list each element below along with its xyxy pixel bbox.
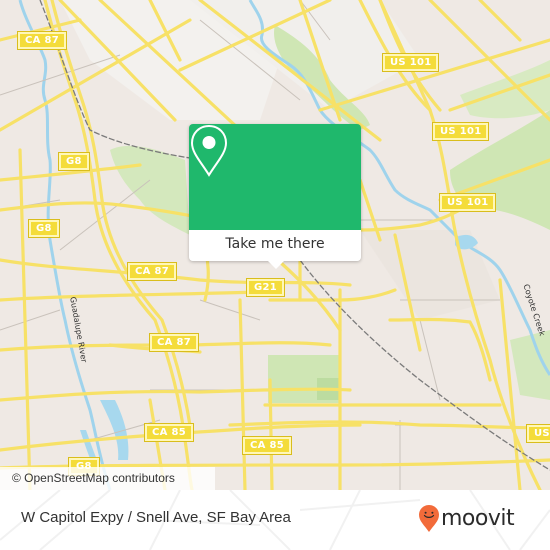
park-area xyxy=(110,145,190,235)
map-attribution[interactable]: © OpenStreetMap contributors xyxy=(0,467,215,490)
road-shield-us101: US 101 xyxy=(431,122,490,141)
map-view[interactable]: CA 87 US 101 US 101 US 101 G8 G8 CA 87 G… xyxy=(0,0,550,490)
moovit-logo[interactable]: moovit xyxy=(418,504,515,533)
location-title: W Capitol Expy / Snell Ave, SF Bay Area xyxy=(21,509,291,526)
road-shield-ca85: CA 85 xyxy=(242,436,292,455)
road-shield-g8: G8 xyxy=(28,219,60,238)
moovit-pin-smile-icon xyxy=(419,505,439,532)
map-pin-icon xyxy=(190,124,228,177)
location-popup: Take me there xyxy=(189,124,361,269)
road-shield-us: US xyxy=(526,424,550,443)
road-shield-us101: US 101 xyxy=(381,53,440,72)
popup-header xyxy=(189,124,361,230)
road-shield-g8: G8 xyxy=(58,152,90,171)
road-shield-ca85: CA 85 xyxy=(144,423,194,442)
popup-pointer xyxy=(267,260,285,269)
road-shield-ca87: CA 87 xyxy=(17,31,67,50)
take-me-there-button[interactable]: Take me there xyxy=(189,230,361,261)
moovit-wordmark: moovit xyxy=(441,505,515,531)
road-shield-us101: US 101 xyxy=(438,193,497,212)
footer-bar: W Capitol Expy / Snell Ave, SF Bay Area … xyxy=(0,490,550,550)
road-shield-g21: G21 xyxy=(245,278,286,297)
road-shield-ca87: CA 87 xyxy=(149,333,199,352)
road-shield-ca87: CA 87 xyxy=(127,262,177,281)
